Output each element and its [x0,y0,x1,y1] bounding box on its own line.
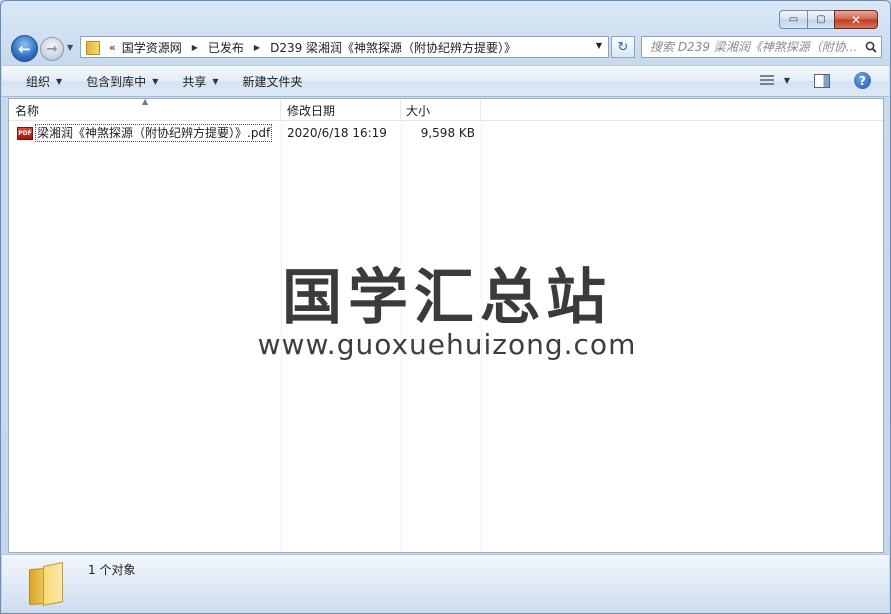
file-size: 9,598 KB [420,126,475,140]
details-pane: 1 个对象 [2,554,889,612]
include-in-library-button[interactable]: 包含到库中 ▼ [86,73,158,90]
maximize-button[interactable]: ▢ [807,10,834,29]
address-bar[interactable]: « 国学资源网 ▶ 已发布 ▶ D239 梁湘润《神煞探源（附协纪辨方提要）》 … [80,36,609,58]
share-label: 共享 [182,74,207,89]
refresh-button[interactable]: ↻ [611,36,635,58]
chevron-down-icon[interactable]: ▼ [784,76,790,85]
column-name-label: 名称 [15,103,40,118]
share-button[interactable]: 共享 ▼ [182,73,218,90]
caption-buttons: ▭ ▢ ✕ [779,10,878,29]
folder-icon [29,562,65,604]
help-icon[interactable]: ? [854,72,871,89]
column-date-label: 修改日期 [287,103,336,118]
breadcrumb-item[interactable]: 已发布 [208,39,244,56]
explorer-window: ▭ ▢ ✕ ← → ▼ « 国学资源网 ▶ 已发布 ▶ D239 梁湘润《神煞探… [0,0,891,614]
breadcrumb-overflow[interactable]: « [109,41,116,54]
chevron-down-icon: ▼ [56,76,63,86]
item-count: 1 个对象 [88,563,136,577]
table-row[interactable]: PDF 梁湘润《神煞探源（附协纪辨方提要）》.pdf 2020/6/18 16:… [9,123,481,143]
column-header-size[interactable]: 大小 [401,99,481,121]
new-folder-button[interactable]: 新建文件夹 [243,73,303,90]
column-header-row: ▲ 名称 修改日期 大小 [9,99,883,121]
preview-pane-icon[interactable] [814,73,830,88]
new-folder-label: 新建文件夹 [242,74,303,89]
breadcrumb-item[interactable]: 国学资源网 [122,39,182,56]
forward-button[interactable]: → [40,37,64,61]
column-size-label: 大小 [406,103,431,118]
watermark-url: www.guoxuehuizong.com [257,328,637,361]
breadcrumb-item[interactable]: D239 梁湘润《神煞探源（附协纪辨方提要）》 [270,39,516,56]
organize-label: 组织 [26,74,51,89]
chevron-right-icon[interactable]: ▶ [254,43,260,52]
chevron-down-icon[interactable]: ▼ [596,41,602,50]
command-bar: 组织 ▼ 包含到库中 ▼ 共享 ▼ 新建文件夹 ▼ ? [2,65,889,97]
refresh-icon: ↻ [617,39,629,55]
forward-arrow-icon: → [46,41,58,57]
chevron-right-icon[interactable]: ▶ [192,43,198,52]
toolbar-right: ▼ ? [759,72,871,89]
file-name[interactable]: 梁湘润《神煞探源（附协纪辨方提要）》.pdf [35,124,273,142]
folder-icon [85,40,103,55]
file-date: 2020/6/18 16:19 [287,126,387,140]
column-header-date[interactable]: 修改日期 [281,99,401,121]
recent-pages-dropdown-icon[interactable]: ▼ [67,43,73,52]
watermark-title: 国学汇总站 [282,263,612,333]
chevron-down-icon: ▼ [152,76,159,86]
view-options-icon[interactable] [759,74,776,88]
minimize-button[interactable]: ▭ [779,10,807,29]
search-input[interactable] [650,40,861,54]
organize-button[interactable]: 组织 ▼ [26,73,62,90]
include-in-library-label: 包含到库中 [86,74,147,89]
file-list: ▲ 名称 修改日期 大小 PDF 梁湘润《神煞探源（附协纪辨方提要）》.pdf … [8,98,884,553]
sort-ascending-icon: ▲ [142,98,149,106]
file-name-cell[interactable]: PDF 梁湘润《神煞探源（附协纪辨方提要）》.pdf [9,123,281,143]
pdf-icon: PDF [17,126,33,140]
back-button[interactable]: ← [11,35,38,62]
column-header-name[interactable]: ▲ 名称 [9,99,281,121]
close-button[interactable]: ✕ [834,10,878,29]
back-arrow-icon: ← [18,39,31,58]
search-box[interactable] [641,36,882,58]
chevron-down-icon: ▼ [212,76,219,86]
search-icon[interactable] [861,41,881,53]
